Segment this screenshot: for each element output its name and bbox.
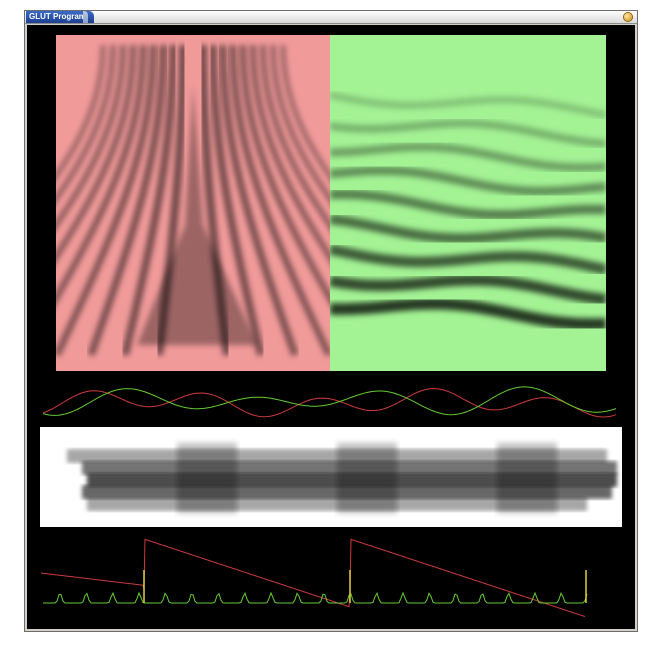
close-icon[interactable] <box>624 13 632 21</box>
spectrogram-blob <box>337 443 397 513</box>
render-canvas[interactable] <box>27 25 635 629</box>
spectrogram-blob <box>177 443 237 513</box>
red-decay-curve <box>40 538 586 617</box>
green-waveform <box>42 386 617 416</box>
glut-window: GLUT Program <box>24 10 638 632</box>
spectrogram-pattern <box>67 443 617 513</box>
title-bar[interactable]: GLUT Program <box>25 11 637 24</box>
spectrogram-blob <box>497 443 557 513</box>
window-title: GLUT Program <box>29 12 86 21</box>
yellow-spike-markers <box>143 570 587 603</box>
render-surface <box>40 35 622 617</box>
green-pulse-curve <box>43 591 588 604</box>
title-tab-edge <box>83 11 88 23</box>
red-waveform <box>42 388 617 418</box>
